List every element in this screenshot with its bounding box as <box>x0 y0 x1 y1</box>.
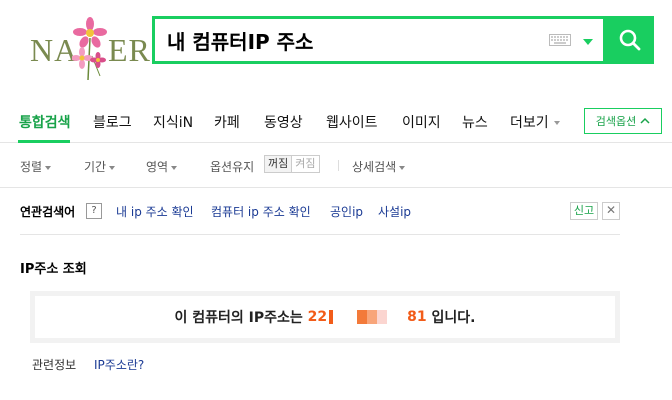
filter-sort-label: 정렬 <box>20 160 43 174</box>
tab-integrated[interactable]: 통합검색 <box>19 112 71 132</box>
search-options-button[interactable]: 검색옵션 <box>584 108 662 134</box>
search-button[interactable] <box>606 16 654 64</box>
tab-kin[interactable]: 지식iN <box>153 112 193 132</box>
ip-redaction-mark <box>377 310 388 324</box>
tab-more-label: 더보기 <box>510 115 549 131</box>
ip-redaction-mark <box>357 310 368 324</box>
related-info-label: 관련정보 <box>32 358 77 372</box>
search-box <box>152 16 606 64</box>
search-options-label: 검색옵션 <box>595 115 637 128</box>
keyboard-icon[interactable] <box>549 34 571 46</box>
chevron-up-icon <box>640 117 650 124</box>
filter-period-label: 기간 <box>84 160 107 174</box>
related-info-link[interactable]: IP주소란? <box>94 356 144 373</box>
chevron-down-icon <box>553 121 560 125</box>
search-icon <box>619 29 641 51</box>
tab-image[interactable]: 이미지 <box>402 112 441 132</box>
divider <box>338 160 339 171</box>
keep-off-option[interactable]: 꺼짐 <box>264 155 293 173</box>
autocomplete-toggle-icon[interactable] <box>583 39 593 45</box>
naver-logo[interactable]: NA ER <box>30 16 150 82</box>
filter-keep-option-label: 옵션유지 <box>210 160 255 174</box>
ip-prefix-text: 이 컴퓨터의 IP주소는 <box>174 310 303 326</box>
search-tabs: 통합검색 블로그 지식iN 카페 동영상 웹사이트 이미지 뉴스 더보기 검색옵… <box>0 100 672 143</box>
search-input[interactable] <box>165 27 549 53</box>
logo-text-right: ER <box>108 32 151 68</box>
ip-address-start: 22 <box>307 309 328 325</box>
tab-more[interactable]: 더보기 <box>510 112 560 132</box>
cosmos-flower-icon <box>72 17 107 81</box>
tab-news[interactable]: 뉴스 <box>462 112 488 132</box>
chevron-down-icon <box>399 165 406 170</box>
ip-suffix-text: 입니다. <box>431 310 476 326</box>
related-title: 연관검색어 <box>20 205 76 219</box>
chevron-down-icon <box>171 165 178 170</box>
related-item[interactable]: 컴퓨터 ip 주소 확인 <box>211 203 311 220</box>
report-button[interactable]: 신고 <box>570 202 598 220</box>
ip-address-end: 81 <box>407 309 427 325</box>
filter-area[interactable]: 영역 <box>146 158 178 175</box>
keep-on-option[interactable]: 켜짐 <box>292 155 320 173</box>
ip-lookup-title: IP주소 조회 <box>20 262 87 277</box>
tab-video[interactable]: 동영상 <box>264 112 303 132</box>
filter-sort[interactable]: 정렬 <box>20 158 52 175</box>
tab-website[interactable]: 웹사이트 <box>326 112 378 132</box>
help-icon[interactable]: ? <box>86 203 102 219</box>
related-item[interactable]: 공인ip <box>330 203 363 220</box>
close-icon[interactable]: ✕ <box>602 202 620 220</box>
tab-blog[interactable]: 블로그 <box>93 112 132 132</box>
logo-text-left: NA <box>30 32 79 68</box>
filter-area-label: 영역 <box>146 160 169 174</box>
ip-redaction-mark <box>367 310 378 324</box>
related-item[interactable]: 사설ip <box>378 203 411 220</box>
filter-detail-label: 상세검색 <box>352 160 397 174</box>
ip-lookup-box: 이 컴퓨터의 IP주소는 22 81 입니다. <box>30 291 620 343</box>
keep-option-toggle[interactable]: 꺼짐 켜짐 <box>264 155 320 173</box>
filter-period[interactable]: 기간 <box>84 158 116 175</box>
ip-lookup-result: 이 컴퓨터의 IP주소는 22 81 입니다. <box>35 296 615 338</box>
chevron-down-icon <box>45 165 52 170</box>
ip-redaction-mark <box>329 310 334 324</box>
filter-detail[interactable]: 상세검색 <box>352 158 406 175</box>
related-item[interactable]: 내 ip 주소 확인 <box>116 203 194 220</box>
filter-bar: 정렬 기간 영역 옵션유지 꺼짐 켜짐 상세검색 <box>0 143 672 188</box>
chevron-down-icon <box>109 165 116 170</box>
related-searches: 연관검색어 ? 내 ip 주소 확인 컴퓨터 ip 주소 확인 공인ip 사설i… <box>20 190 620 235</box>
tab-cafe[interactable]: 카페 <box>214 112 240 132</box>
